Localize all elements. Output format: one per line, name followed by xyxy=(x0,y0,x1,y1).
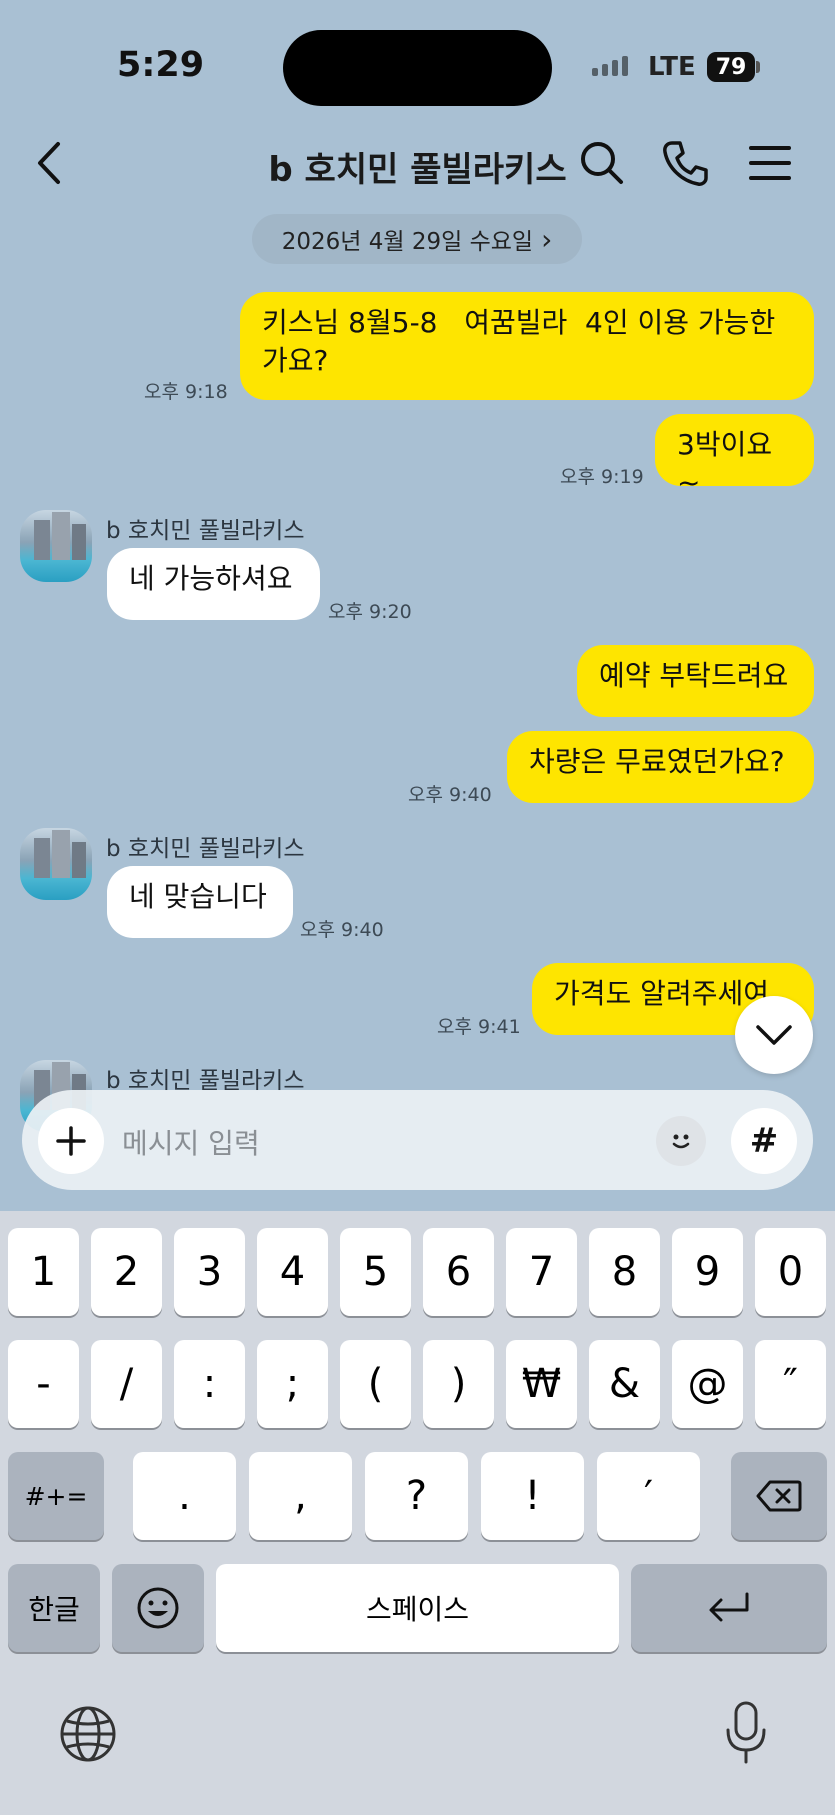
message-bubble[interactable]: 차량은 무료였던가요? xyxy=(507,731,814,803)
date-divider[interactable]: 2026년 4월 29일 수요일 › xyxy=(252,214,582,264)
key-quote[interactable]: ″ xyxy=(755,1340,826,1428)
language-key[interactable]: 한글 xyxy=(8,1564,100,1652)
key-1[interactable]: 1 xyxy=(8,1228,79,1316)
message-text-line: 키스님 8월5-8 여꿈빌라 4인 이용 가능한 xyxy=(262,306,776,339)
network-label: LTE xyxy=(648,52,696,82)
key-won[interactable]: ₩ xyxy=(506,1340,577,1428)
globe-icon xyxy=(60,1706,116,1762)
key-0[interactable]: 0 xyxy=(755,1228,826,1316)
key-semicolon[interactable]: ; xyxy=(257,1340,328,1428)
key-question[interactable]: ? xyxy=(365,1452,468,1540)
message-bubble[interactable]: 키스님 8월5-8 여꿈빌라 4인 이용 가능한 가요? xyxy=(240,292,814,400)
sender-name: b 호치민 풀빌라키스 xyxy=(106,518,305,544)
message-time: 오후 9:40 xyxy=(300,919,384,941)
emoji-icon xyxy=(672,1134,690,1149)
message-bubble[interactable]: 네 맞습니다 xyxy=(107,866,293,938)
message-time: 오후 9:41 xyxy=(437,1016,521,1038)
message-bubble[interactable]: 예약 부탁드려요 xyxy=(577,645,814,717)
backspace-icon xyxy=(756,1480,802,1512)
key-7[interactable]: 7 xyxy=(506,1228,577,1316)
dictation-button[interactable] xyxy=(722,1700,770,1766)
menu-button[interactable] xyxy=(745,138,795,188)
message-text: 가격도 알려주세여 xyxy=(554,977,769,1010)
key-slash[interactable]: / xyxy=(91,1340,162,1428)
microphone-icon xyxy=(726,1701,766,1764)
space-key[interactable]: 스페이스 xyxy=(216,1564,619,1652)
message-text: 네 맞습니다 xyxy=(129,880,267,913)
key-at[interactable]: @ xyxy=(672,1340,743,1428)
message-bubble[interactable]: 네 가능하셔요 xyxy=(107,548,320,620)
search-icon xyxy=(581,142,623,184)
emoji-keyboard-icon xyxy=(137,1587,179,1629)
emoji-key[interactable] xyxy=(112,1564,204,1652)
key-ampersand[interactable]: & xyxy=(589,1340,660,1428)
phone-icon xyxy=(663,141,708,186)
key-3[interactable]: 3 xyxy=(174,1228,245,1316)
key-6[interactable]: 6 xyxy=(423,1228,494,1316)
date-label: 2026년 4월 29일 수요일 xyxy=(281,229,534,255)
battery-cap xyxy=(756,61,760,73)
key-hyphen[interactable]: - xyxy=(8,1340,79,1428)
key-2[interactable]: 2 xyxy=(91,1228,162,1316)
message-time: 오후 9:19 xyxy=(560,466,644,488)
key-9[interactable]: 9 xyxy=(672,1228,743,1316)
message-text: 차량은 무료였던가요? xyxy=(529,745,785,778)
battery-icon: 79 xyxy=(707,52,755,82)
key-close-paren[interactable]: ) xyxy=(423,1340,494,1428)
message-time: 오후 9:40 xyxy=(408,784,492,806)
menu-icon xyxy=(749,146,791,180)
return-icon xyxy=(709,1592,749,1622)
dynamic-island xyxy=(283,30,552,106)
key-5[interactable]: 5 xyxy=(340,1228,411,1316)
battery-level: 79 xyxy=(715,54,747,80)
message-time: 오후 9:20 xyxy=(328,601,412,623)
message-input[interactable]: 메시지 입력 xyxy=(122,1122,260,1162)
avatar[interactable] xyxy=(20,510,92,582)
signal-icon xyxy=(592,56,628,76)
key-4[interactable]: 4 xyxy=(257,1228,328,1316)
emoticon-button[interactable] xyxy=(656,1116,706,1166)
hash-label: # xyxy=(749,1121,779,1161)
globe-button[interactable] xyxy=(58,1704,118,1764)
avatar[interactable] xyxy=(20,828,92,900)
attach-button[interactable] xyxy=(38,1108,104,1174)
backspace-key[interactable] xyxy=(731,1452,827,1540)
message-time: 오후 9:18 xyxy=(144,381,228,403)
status-time: 5:29 xyxy=(117,45,205,85)
plus-icon xyxy=(56,1126,86,1156)
key-comma[interactable]: , xyxy=(249,1452,352,1540)
return-key[interactable] xyxy=(631,1564,827,1652)
key-open-paren[interactable]: ( xyxy=(340,1340,411,1428)
key-more-symbols[interactable]: #+= xyxy=(8,1452,104,1540)
message-text: 3박이요~ xyxy=(677,428,773,499)
key-period[interactable]: . xyxy=(133,1452,236,1540)
key-apostrophe[interactable]: ′ xyxy=(597,1452,700,1540)
message-text: 네 가능하셔요 xyxy=(129,562,293,595)
chevron-right-icon: › xyxy=(541,222,553,256)
sender-name: b 호치민 풀빌라키스 xyxy=(106,836,305,862)
chevron-down-icon xyxy=(756,1025,792,1045)
message-text: 예약 부탁드려요 xyxy=(599,659,789,692)
message-bubble[interactable]: 3박이요~ xyxy=(655,414,814,499)
hash-button[interactable]: # xyxy=(731,1108,797,1174)
key-8[interactable]: 8 xyxy=(589,1228,660,1316)
key-colon[interactable]: : xyxy=(174,1340,245,1428)
call-button[interactable] xyxy=(660,138,710,188)
search-button[interactable] xyxy=(577,138,627,188)
scroll-to-bottom-button[interactable] xyxy=(735,996,813,1074)
key-exclamation[interactable]: ! xyxy=(481,1452,584,1540)
message-text-line: 가요? xyxy=(262,344,329,377)
